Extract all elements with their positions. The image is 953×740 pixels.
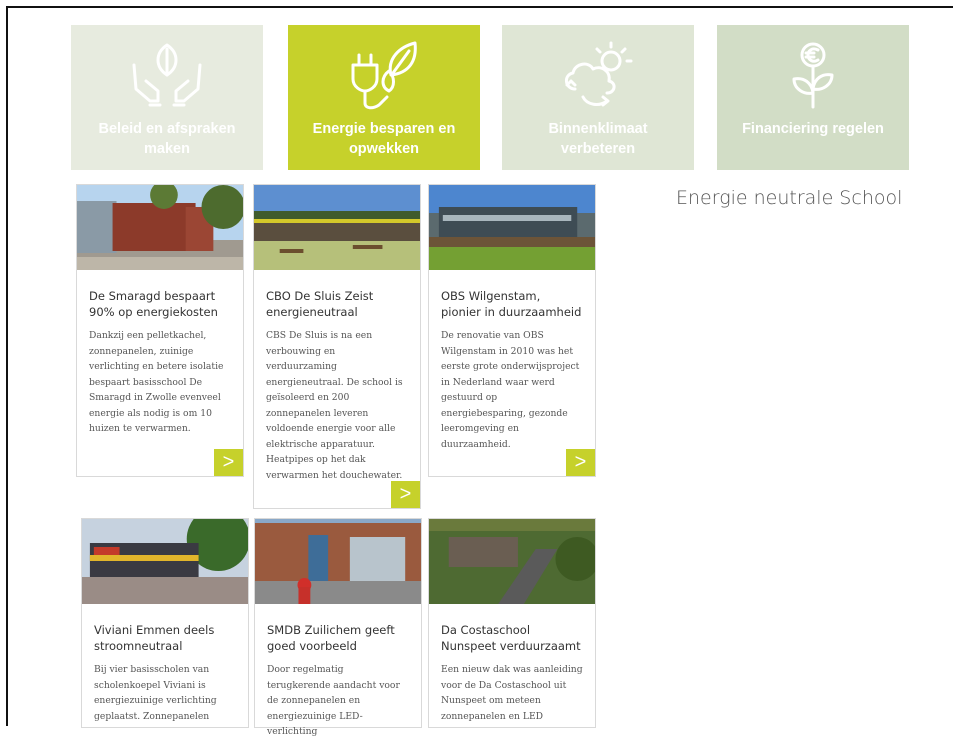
card-text: Door regelmatig terugkerende aandacht vo… — [267, 664, 400, 737]
card-title: Da Costaschool Nunspeet verduurzaamt — [441, 623, 581, 653]
hands-leaf-icon — [132, 43, 202, 107]
school-photo — [254, 185, 420, 270]
tile-label: Binnenklimaat verbeteren — [548, 121, 648, 157]
card-text: De renovatie van OBS Wilgenstam in 2010 … — [441, 330, 580, 450]
school-photo — [77, 185, 243, 270]
card-title: Viviani Emmen deels stroomneutraal — [94, 623, 215, 653]
card-title: CBO De Sluis Zeist energieneutraal — [266, 289, 374, 319]
money-plant-icon — [792, 42, 834, 109]
card-title: De Smaragd bespaart 90% op energiekosten — [89, 289, 218, 319]
weather-cycle-icon — [565, 41, 633, 107]
tile-label: Beleid en afspraken maken — [98, 121, 236, 157]
school-photo — [429, 185, 595, 270]
tile-binnenklimaat[interactable]: Binnenklimaat verbeteren — [502, 25, 694, 170]
tile-beleid[interactable]: Beleid en afspraken maken — [71, 25, 263, 170]
school-photo — [429, 519, 595, 604]
sidebar-title: Energie neutrale School — [676, 187, 903, 209]
tile-label: Financiering regelen — [742, 121, 884, 137]
card-title: SMDB Zuilichem geeft goed voorbeeld — [267, 623, 395, 653]
card-title: OBS Wilgenstam, pionier in duurzaamheid — [441, 289, 582, 319]
chevron-right-icon[interactable]: > — [391, 481, 420, 508]
card-text: Dankzij een pelletkachel, zonnepanelen, … — [89, 330, 224, 434]
tile-energie[interactable]: Energie besparen en opwekken — [288, 25, 480, 170]
card-text: Bij vier basisscholen van scholenkoepel … — [94, 664, 217, 722]
plug-leaf-icon — [351, 41, 417, 110]
tile-financiering[interactable]: Financiering regelen — [717, 25, 909, 170]
card-text: CBS De Sluis is na een verbouwing en ver… — [266, 330, 403, 481]
case-card[interactable]: Viviani Emmen deels stroomneutraal Bij v… — [81, 518, 249, 728]
case-card[interactable]: SMDB Zuilichem geeft goed voorbeeld Door… — [254, 518, 422, 737]
school-photo — [255, 519, 421, 604]
school-photo — [82, 519, 248, 604]
card-text: Een nieuw dak was aanleiding voor de Da … — [441, 664, 583, 722]
tile-label: Energie besparen en opwekken — [312, 121, 456, 157]
chevron-right-icon[interactable]: > — [566, 449, 595, 476]
case-card[interactable]: Da Costaschool Nunspeet verduurzaamt Een… — [428, 518, 596, 728]
chevron-right-icon[interactable]: > — [214, 449, 243, 476]
case-card[interactable]: OBS Wilgenstam, pionier in duurzaamheid … — [428, 184, 596, 477]
case-card[interactable]: CBO De Sluis Zeist energieneutraal CBS D… — [253, 184, 421, 509]
case-card[interactable]: De Smaragd bespaart 90% op energiekosten… — [76, 184, 244, 477]
